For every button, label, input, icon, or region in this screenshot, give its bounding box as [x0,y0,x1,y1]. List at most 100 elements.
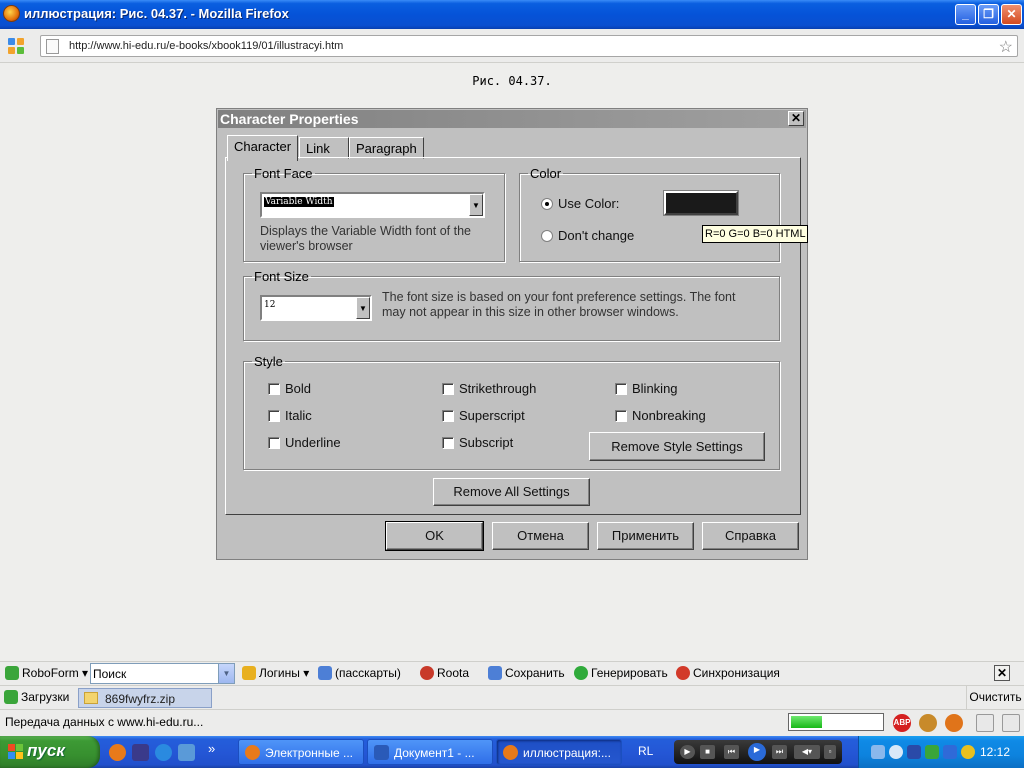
use-color-label: Use Color: [558,196,620,211]
roboform-label: RoboForm [22,666,79,680]
logins-button[interactable]: Логины ▾ [242,666,309,680]
task-electronic[interactable]: Электронные ... [238,739,364,765]
next-icon[interactable]: ⏭ [772,745,787,759]
start-button[interactable]: пуск [0,736,100,768]
sync-label: Синхронизация [693,666,780,680]
restore-button[interactable]: ❐ [978,4,999,25]
bold-label: Bold [285,381,312,396]
superscript-label: Superscript [459,408,525,423]
tab-paragraph[interactable]: Paragraph [349,137,424,159]
download-item[interactable]: 869fwyfrz.zip [78,688,212,708]
resize-grip-icon[interactable] [1002,714,1020,732]
italic-checkbox[interactable] [268,410,280,422]
task-illustration[interactable]: иллюстрация:... [496,739,622,765]
minimize-button[interactable]: _ [955,4,976,25]
language-indicator[interactable]: RL [638,744,653,758]
strikethrough-label: Strikethrough [459,381,537,396]
progress-fill [791,716,822,728]
blinking-label: Blinking [632,381,678,396]
downloads-button[interactable]: Загрузки [4,690,69,704]
font-size-select[interactable]: 12 ▼ [260,295,372,321]
display-icon[interactable] [907,745,921,759]
underline-label: Underline [285,435,341,450]
ok-button[interactable]: OK [385,521,484,551]
speed-dial-icon[interactable] [8,38,25,55]
font-size-help: The font size is based on your font pref… [382,290,736,319]
cancel-button[interactable]: Отмена [492,522,589,550]
color-tooltip: R=0 G=0 B=0 HTML [702,225,808,243]
use-color-radio[interactable] [541,198,553,210]
window-title: иллюстрация: Рис. 04.37. - Mozilla Firef… [24,6,289,21]
quicklaunch-desktop-icon[interactable] [178,744,195,761]
close-window-button[interactable]: ✕ [1001,4,1022,25]
system-tray: 12:12 [858,736,1024,768]
smiley-icon[interactable] [919,714,937,732]
underline-checkbox[interactable] [268,437,280,449]
remove-all-settings-button[interactable]: Remove All Settings [433,478,590,506]
chevron-down-icon[interactable]: ▼ [218,664,234,683]
superscript-checkbox[interactable] [442,410,454,422]
task-label: Электронные ... [265,746,354,760]
navigation-bar: http://www.hi-edu.ru/e-books/xbook119/01… [0,29,1024,63]
quicklaunch-more[interactable]: » [208,741,215,756]
address-bar[interactable]: http://www.hi-edu.ru/e-books/xbook119/01… [40,35,1018,57]
media-menu-icon[interactable]: ▶ [680,745,695,759]
tray-security-icon[interactable] [961,745,975,759]
dont-change-radio[interactable] [541,230,553,242]
dialog-title-bar[interactable]: Character Properties ✕ [218,110,806,128]
quicklaunch-ie-icon[interactable] [155,744,172,761]
star-icon[interactable]: ☆ [999,37,1013,57]
font-face-select[interactable]: Variable Width ▼ [260,192,485,218]
tray-app-icon[interactable] [889,745,903,759]
subscript-label: Subscript [459,435,514,450]
clear-downloads-button[interactable]: Очистить [966,686,1024,709]
color-swatch-button[interactable] [663,190,739,216]
chevron-down-icon[interactable]: ▼ [469,194,483,216]
quicklaunch-firefox-icon[interactable] [109,744,126,761]
roboform-menu[interactable]: RoboForm ▾ [5,666,88,680]
restore-player-icon[interactable]: ▫ [824,745,836,759]
passcards-button[interactable]: (пасскарты) [318,666,401,680]
nonbreaking-label: Nonbreaking [632,408,706,423]
volume-icon[interactable]: ◀▾ [794,745,820,759]
close-toolbar-button[interactable]: ✕ [994,665,1010,681]
notes-icon[interactable] [976,714,994,732]
save-icon [488,666,502,680]
tab-character[interactable]: Character [227,135,299,161]
apply-button[interactable]: Применить [597,522,694,550]
adblock-icon[interactable]: ABP [893,714,911,732]
task-label: Документ1 - ... [394,746,475,760]
roota-button[interactable]: Roota [420,666,469,680]
save-label: Сохранить [505,666,565,680]
stop-icon[interactable]: ■ [700,745,715,759]
previous-icon[interactable]: ⏮ [724,745,739,759]
roboform-tray-icon[interactable] [925,745,939,759]
sync-button[interactable]: Синхронизация [676,666,780,680]
remove-style-settings-button[interactable]: Remove Style Settings [589,432,765,461]
firefox-addon-icon[interactable] [945,714,963,732]
quicklaunch-app-icon[interactable] [132,744,149,761]
task-document[interactable]: Документ1 - ... [367,739,493,765]
network-icon[interactable] [871,745,885,759]
blinking-checkbox[interactable] [615,383,627,395]
strikethrough-checkbox[interactable] [442,383,454,395]
font-size-value: 12 [264,300,276,310]
progress-bar [788,713,884,731]
tab-link[interactable]: Link [299,137,349,159]
save-button[interactable]: Сохранить [488,666,565,680]
font-face-value: Variable Width [264,197,334,207]
nonbreaking-checkbox[interactable] [615,410,627,422]
search-input[interactable]: Поиск ▼ [90,663,235,684]
tray-monitor-icon[interactable] [943,745,957,759]
chevron-down-icon[interactable]: ▼ [356,297,370,319]
logins-label: Логины [259,666,300,680]
chevron-down-icon: ▾ [82,666,89,680]
dialog-close-button[interactable]: ✕ [788,111,804,126]
generate-button[interactable]: Генерировать [574,666,668,680]
subscript-checkbox[interactable] [442,437,454,449]
help-button[interactable]: Справка [702,522,799,550]
window-title-bar[interactable]: иллюстрация: Рис. 04.37. - Mozilla Firef… [0,0,1024,29]
bold-checkbox[interactable] [268,383,280,395]
play-icon[interactable]: ▶ [748,743,766,761]
italic-label: Italic [285,408,312,423]
